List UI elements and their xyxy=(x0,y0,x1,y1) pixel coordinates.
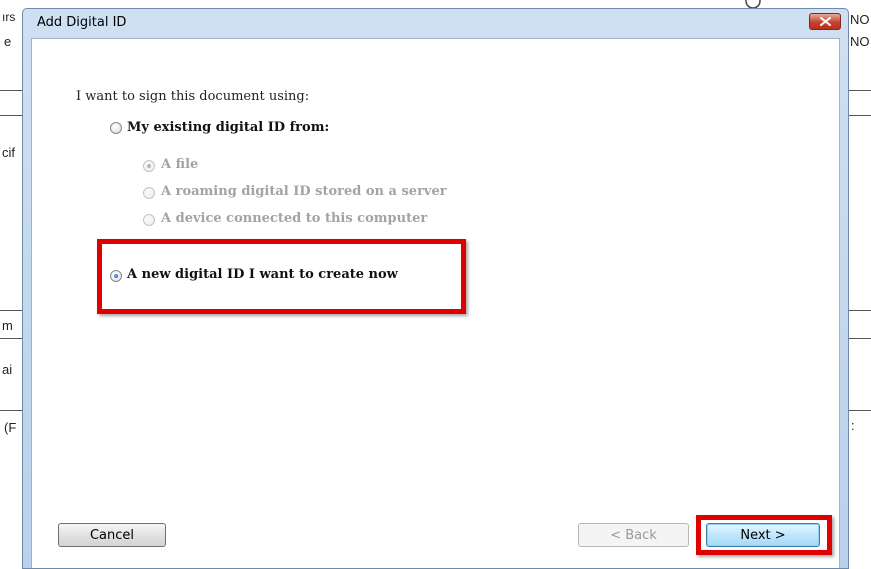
bg-fragment: (F xyxy=(4,420,17,435)
close-icon xyxy=(819,17,831,26)
highlight-box-new-id xyxy=(97,239,466,314)
roaming-id-radio[interactable] xyxy=(143,187,155,199)
close-button[interactable] xyxy=(809,13,841,30)
bg-fragment: ai xyxy=(2,362,13,377)
bg-fragment: e xyxy=(4,34,12,49)
dialog-body: I want to sign this document using: My e… xyxy=(31,38,840,568)
add-digital-id-dialog: Add Digital ID I want to sign this docum… xyxy=(22,8,849,569)
cancel-button[interactable]: Cancel xyxy=(58,523,166,547)
bg-fragment: NO xyxy=(850,12,870,27)
bg-rule xyxy=(849,338,871,339)
bg-rule xyxy=(0,90,22,91)
a-file-radio[interactable] xyxy=(143,160,155,172)
bg-rule xyxy=(849,310,871,311)
bg-fragment: cif xyxy=(2,145,15,160)
existing-id-radio[interactable] xyxy=(110,122,122,134)
back-button[interactable]: < Back xyxy=(578,523,689,547)
roaming-id-label[interactable]: A roaming digital ID stored on a server xyxy=(161,184,447,199)
device-radio[interactable] xyxy=(143,214,155,226)
existing-id-label[interactable]: My existing digital ID from: xyxy=(127,120,329,135)
bg-fragment: m xyxy=(2,318,13,333)
prompt-text: I want to sign this document using: xyxy=(76,89,310,104)
dialog-title: Add Digital ID xyxy=(37,15,127,30)
highlight-box-next xyxy=(696,515,832,555)
bg-rule xyxy=(0,115,22,116)
bg-fragment: ırs xyxy=(2,10,16,24)
device-label[interactable]: A device connected to this computer xyxy=(161,211,427,226)
bg-fragment: NO xyxy=(850,34,870,49)
bg-rule xyxy=(849,90,871,91)
a-file-label[interactable]: A file xyxy=(161,157,198,172)
bg-fragment: : xyxy=(851,418,855,433)
bg-rule xyxy=(0,338,22,339)
bg-rule xyxy=(849,410,871,411)
bg-rule xyxy=(849,115,871,116)
bg-rule xyxy=(0,310,22,311)
dialog-titlebar[interactable]: Add Digital ID xyxy=(23,9,848,37)
bg-rule xyxy=(0,410,22,411)
